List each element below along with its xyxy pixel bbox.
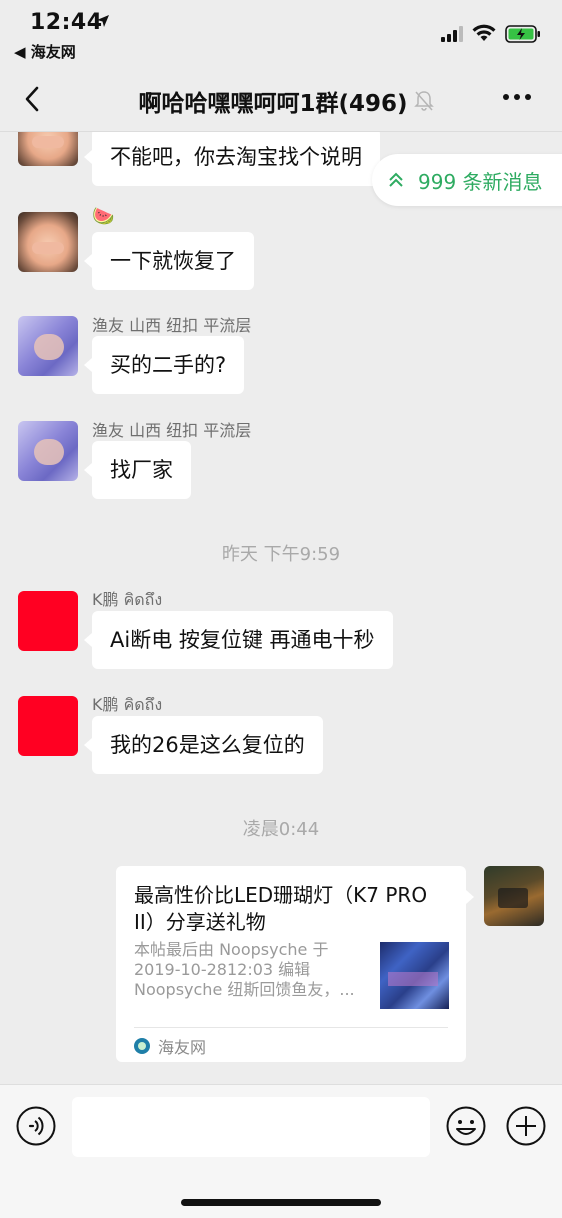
more-options-button[interactable] [503, 94, 531, 100]
chat-message-list[interactable]: 不能吧，你去淘宝找个说明 999 条新消息 🍉 一下就恢复了 渔友 山西 纽扣 … [0, 132, 562, 1084]
link-card-title: 最高性价比LED珊瑚灯（K7 PRO II）分享送礼物 [134, 883, 428, 934]
plus-icon[interactable] [506, 1106, 546, 1146]
cellular-signal-icon [441, 26, 463, 42]
message-bubble[interactable]: 找厂家 [84, 441, 191, 499]
wifi-icon [472, 24, 496, 41]
new-messages-button[interactable]: 999 条新消息 [372, 154, 562, 206]
emoji-icon[interactable] [446, 1106, 486, 1146]
battery-charging-icon [505, 25, 540, 43]
link-card-description: 本帖最后由 Noopsyche 于 2019-10-2812:03 编辑 Noo… [134, 940, 366, 1000]
home-indicator[interactable] [181, 1199, 381, 1206]
timestamp: 凌晨0:44 [242, 819, 320, 840]
avatar[interactable] [18, 591, 78, 651]
message-bubble[interactable]: 一下就恢复了 [84, 232, 254, 290]
site-logo-icon [134, 1038, 150, 1054]
link-card-thumbnail [380, 942, 449, 1009]
location-arrow-icon [97, 15, 109, 27]
message-bubble[interactable]: 我的26是这么复位的 [84, 716, 323, 774]
link-card-desc-line: 2019-10-2812:03 编辑 [134, 960, 311, 979]
status-time: 12:44 [30, 10, 103, 35]
avatar[interactable] [18, 132, 78, 166]
chat-title: 啊哈哈嘿嘿呵呵1群(496) [138, 91, 408, 117]
avatar[interactable] [18, 212, 78, 272]
sender-name: 🍉 [92, 206, 115, 227]
message-input[interactable] [72, 1097, 430, 1157]
timestamp: 昨天 下午9:59 [221, 544, 341, 565]
back-to-app-link[interactable]: ◀ 海友网 [14, 41, 76, 62]
sender-name: K鹏 คิดถึง [92, 590, 163, 609]
link-card-desc-line: Noopsyche 纽斯回馈鱼友，... [134, 980, 355, 999]
message-bubble[interactable]: 买的二手的? [83, 336, 245, 394]
link-card-source: 海友网 [134, 1034, 206, 1058]
chat-header: 啊哈哈嘿嘿呵呵1群(496) [0, 66, 562, 132]
avatar[interactable] [18, 696, 78, 756]
voice-input-icon[interactable] [16, 1106, 56, 1146]
new-messages-label: 999 条新消息 [418, 169, 543, 194]
message-bubble[interactable]: Ai断电 按复位键 再通电十秒 [84, 611, 393, 669]
message-bubble[interactable]: 不能吧，你去淘宝找个说明 [84, 132, 380, 186]
sender-name: K鹏 คิดถึง [92, 695, 163, 714]
muted-bell-icon [413, 91, 434, 111]
dot-icon [525, 94, 531, 100]
avatar[interactable] [18, 316, 78, 376]
sender-name: 渔友 山西 纽扣 平流层 [92, 421, 252, 440]
divider [134, 1027, 448, 1028]
my-avatar[interactable] [484, 866, 544, 926]
link-card-desc-line: 本帖最后由 Noopsyche 于 [134, 940, 329, 959]
dot-icon [514, 94, 520, 100]
double-chevron-up-icon [389, 172, 403, 187]
dot-icon [503, 94, 509, 100]
status-bar: 12:44 ◀ 海友网 [0, 0, 562, 66]
sender-name: 渔友 山西 纽扣 平流层 [92, 316, 252, 335]
link-card[interactable]: 最高性价比LED珊瑚灯（K7 PRO II）分享送礼物 本帖最后由 Noopsy… [116, 866, 474, 1062]
avatar[interactable] [18, 421, 78, 481]
link-card-source-label: 海友网 [158, 1038, 207, 1057]
chat-title-row: 啊哈哈嘿嘿呵呵1群(496) [0, 84, 562, 118]
input-bar [0, 1084, 562, 1218]
